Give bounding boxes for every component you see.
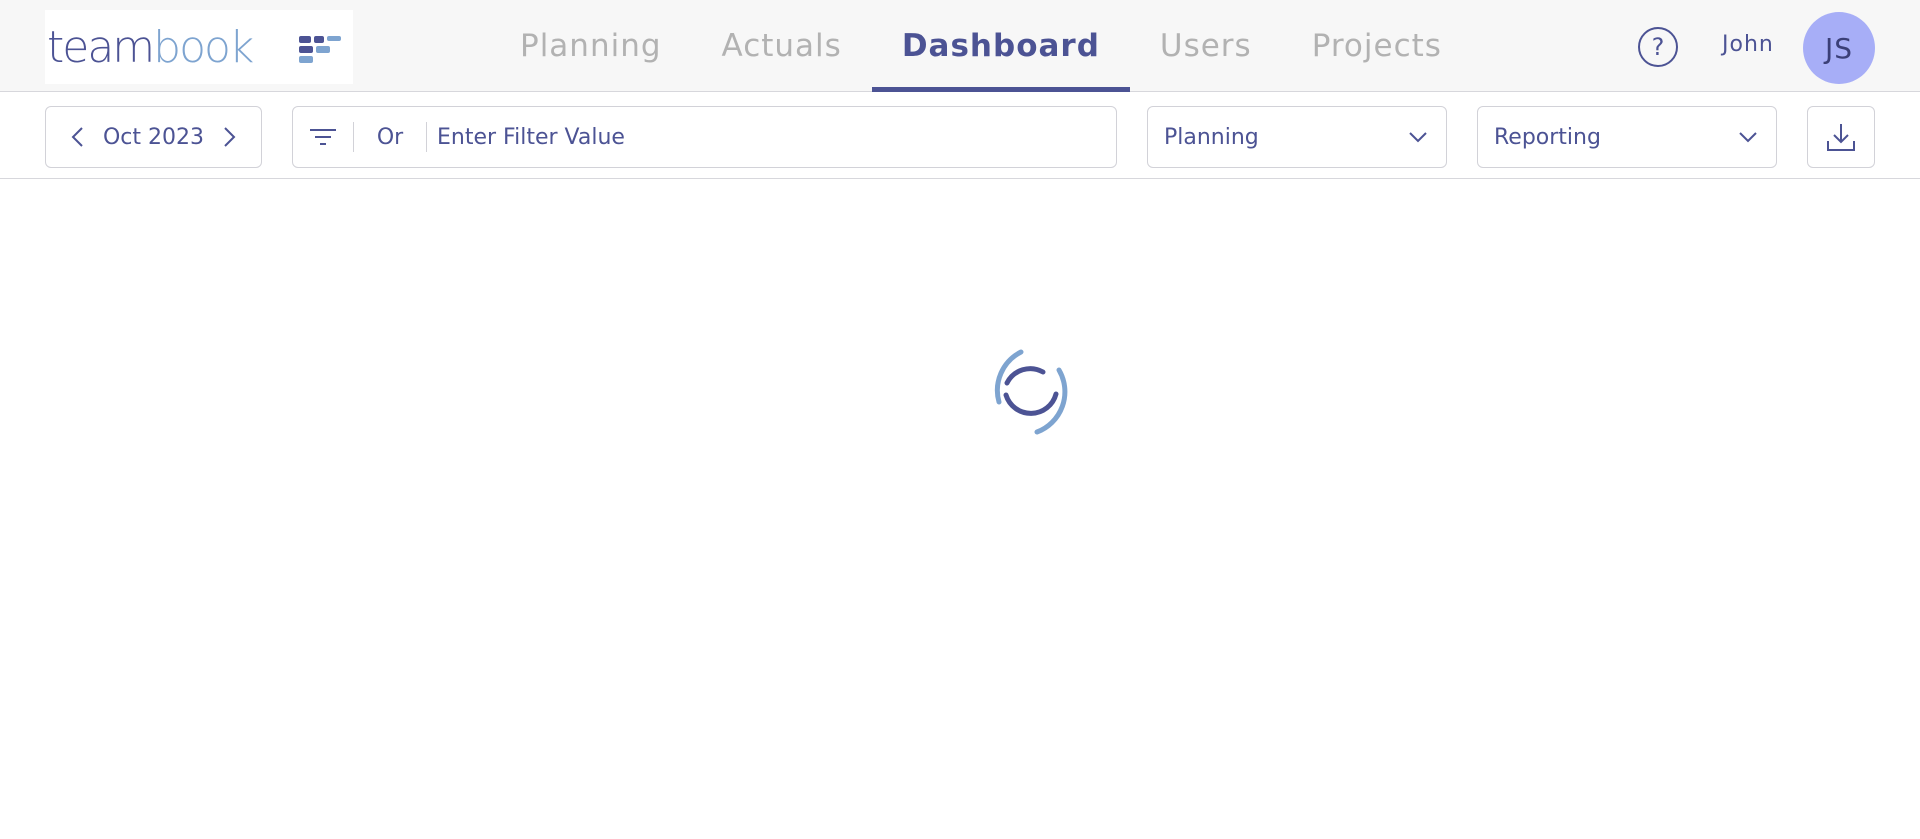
top-bar: teambook Planning Actuals Dashboard User… — [0, 0, 1920, 93]
filter-icon — [310, 129, 336, 145]
chevron-down-icon — [1409, 132, 1427, 143]
toolbar: Oct 2023 Or Planning Reporting — [0, 92, 1920, 179]
tab-planning[interactable]: Planning — [490, 0, 692, 92]
report-select-value: Reporting — [1494, 124, 1601, 150]
download-icon — [1827, 124, 1855, 151]
view-select-value: Planning — [1164, 124, 1259, 150]
report-select[interactable]: Reporting — [1477, 106, 1777, 168]
tab-actuals[interactable]: Actuals — [692, 0, 872, 92]
teambook-logo[interactable]: teambook — [45, 10, 353, 84]
view-select[interactable]: Planning — [1147, 106, 1447, 168]
tab-dashboard[interactable]: Dashboard — [871, 0, 1130, 93]
chevron-left-icon[interactable] — [68, 125, 88, 149]
user-name[interactable]: John — [1722, 32, 1774, 57]
chevron-down-icon — [1739, 132, 1757, 143]
help-icon[interactable]: ? — [1638, 27, 1678, 67]
current-month[interactable]: Oct 2023 — [103, 125, 204, 150]
filter-button[interactable] — [293, 107, 353, 167]
filter-bar: Or — [292, 106, 1117, 168]
date-picker: Oct 2023 — [45, 106, 262, 168]
logo-wordmark: teambook — [47, 21, 254, 73]
tab-users[interactable]: Users — [1130, 0, 1282, 92]
tab-projects[interactable]: Projects — [1282, 0, 1472, 92]
avatar[interactable]: JS — [1803, 12, 1875, 84]
filter-value-input[interactable] — [427, 107, 1116, 167]
download-button[interactable] — [1807, 106, 1875, 168]
filter-mode-toggle[interactable]: Or — [354, 125, 426, 150]
loading-spinner-icon — [994, 349, 1068, 435]
main-nav: Planning Actuals Dashboard Users Project… — [490, 0, 1472, 93]
logo-mark-icon — [299, 36, 341, 63]
chevron-right-icon[interactable] — [219, 125, 239, 149]
